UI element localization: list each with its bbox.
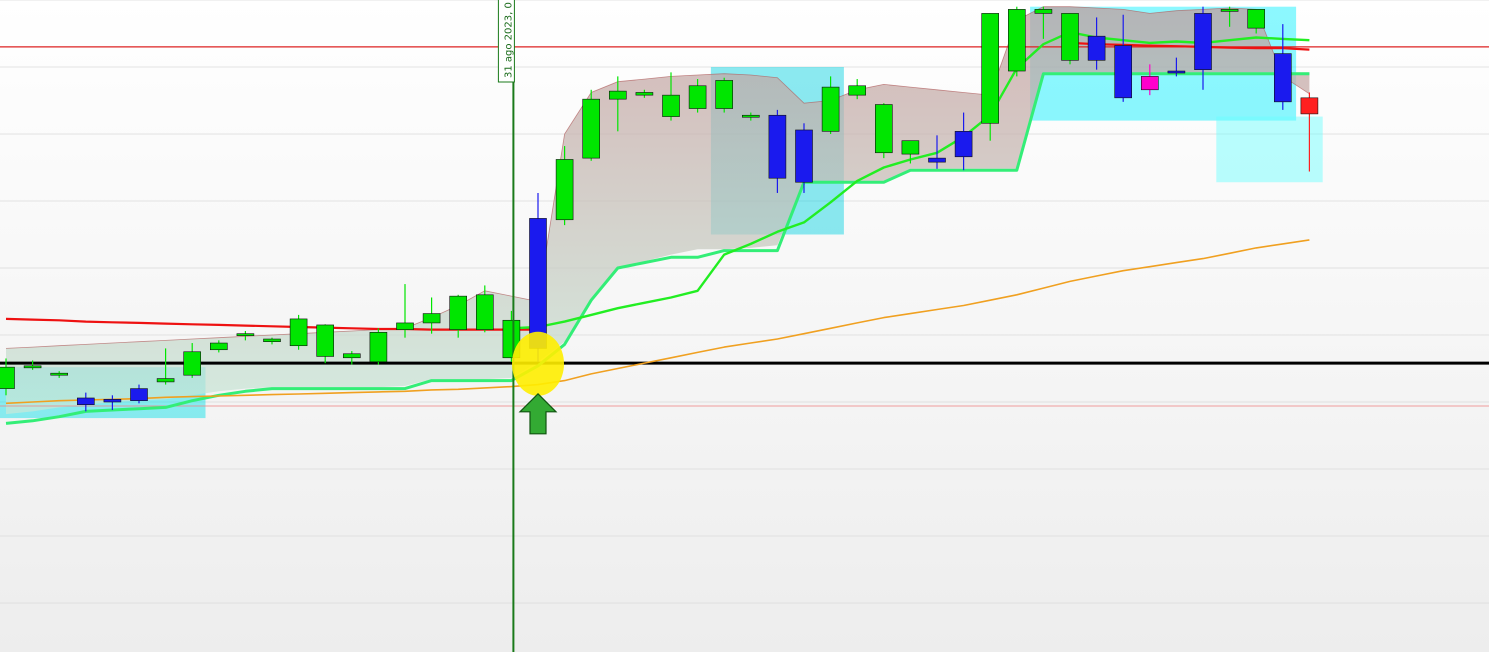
candle-body <box>1194 13 1212 70</box>
candle-body <box>1114 45 1132 99</box>
candle-body <box>23 365 42 369</box>
candle-body <box>475 294 494 330</box>
candle <box>289 314 308 350</box>
candle-body <box>422 313 441 324</box>
candle-body <box>1087 35 1106 61</box>
candle-body <box>396 322 414 330</box>
candle-body <box>316 324 335 357</box>
candle-body <box>263 338 281 342</box>
candle-body <box>529 218 547 349</box>
candle <box>1007 6 1026 77</box>
candle-body <box>1167 70 1186 74</box>
candle-body <box>130 388 148 401</box>
candle-body <box>1034 9 1053 14</box>
signal-zone <box>1216 116 1323 183</box>
candle-body <box>77 397 95 405</box>
candle <box>981 13 1000 141</box>
candle-body <box>768 114 787 179</box>
candle-body <box>1300 97 1319 115</box>
candle-body <box>156 378 175 383</box>
candle-body <box>954 131 973 158</box>
candle-body <box>662 94 680 117</box>
candle-body <box>608 90 627 100</box>
candle <box>715 77 734 113</box>
candle-body <box>555 159 574 221</box>
candle-body <box>236 333 255 336</box>
candle-body <box>928 157 946 163</box>
candle-body <box>1220 9 1239 12</box>
candle-body <box>1007 9 1026 72</box>
candle-body <box>1141 76 1159 91</box>
candle-body <box>1061 13 1079 61</box>
candle-body <box>741 114 760 118</box>
candle-body <box>1247 9 1265 29</box>
signal-highlight-circle <box>512 331 564 396</box>
chart-root: 31 ago 2023, 0 <box>0 0 1489 652</box>
candle-body <box>848 85 867 96</box>
date-marker-label: 31 ago 2023, 0 <box>503 2 514 78</box>
candle-body <box>635 92 654 96</box>
candle-body <box>688 85 707 109</box>
candlestick-chart: 31 ago 2023, 0 <box>0 0 1489 652</box>
candle-body <box>1274 53 1292 103</box>
candle-body <box>0 366 15 389</box>
candle <box>795 123 813 193</box>
candle-body <box>289 318 308 347</box>
candle-body <box>342 353 361 359</box>
candle-body <box>183 351 201 376</box>
candle-body <box>795 129 813 183</box>
candle <box>1061 13 1079 65</box>
candle-body <box>901 140 920 155</box>
candle-body <box>981 13 1000 124</box>
candle <box>874 103 893 159</box>
candle-body <box>582 98 601 159</box>
candle <box>369 328 388 365</box>
candle <box>582 89 601 161</box>
candle-body <box>50 372 69 376</box>
candle-body <box>103 399 122 403</box>
candle-body <box>715 80 734 109</box>
candle-body <box>821 86 840 132</box>
candle-body <box>369 332 388 363</box>
candle-body <box>874 104 893 154</box>
candle-body <box>210 342 228 351</box>
candle-body <box>449 295 468 330</box>
